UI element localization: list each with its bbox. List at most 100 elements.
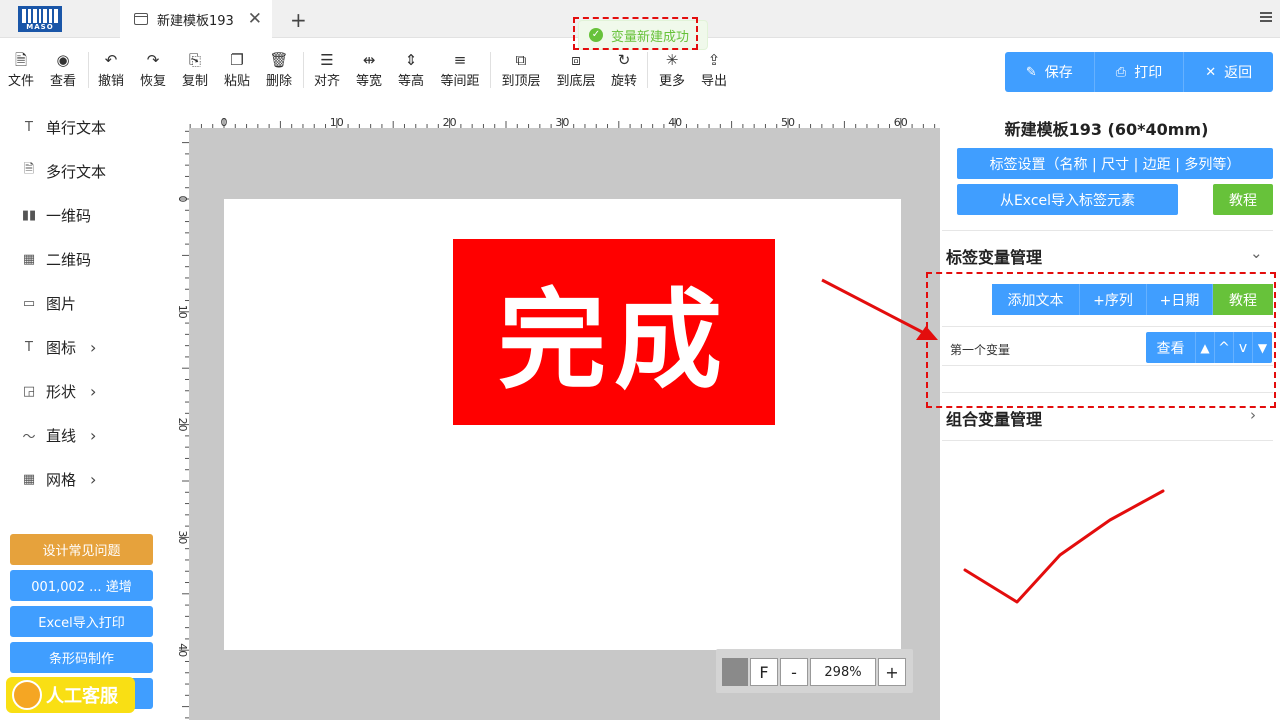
chevron-right-icon: › — [90, 425, 97, 445]
excel-print-button[interactable]: Excel导入打印 — [10, 606, 153, 637]
chevron-right-icon[interactable]: › — [1250, 406, 1256, 424]
sidebar-item-qrcode[interactable]: ▦ 二维码 — [20, 248, 91, 270]
chevron-right-icon: › — [90, 337, 97, 357]
bring-front-icon: ⧉ — [515, 51, 527, 69]
image-icon: ▭ — [22, 295, 36, 311]
more-icon: ✳ — [665, 51, 679, 69]
close-icon[interactable]: ✕ — [248, 9, 262, 29]
align-icon: ☰ — [320, 51, 334, 69]
toolbar-equal-height[interactable]: ⇕ 等高 — [397, 50, 425, 89]
toolbar-align[interactable]: ☰ 对齐 — [313, 50, 341, 89]
label-canvas[interactable]: 完成 — [224, 199, 901, 650]
increment-button[interactable]: 001,002 ... 递增 — [10, 570, 153, 601]
add-tab-button[interactable]: + — [290, 8, 307, 32]
toolbar-export[interactable]: ⇪ 导出 — [700, 50, 728, 89]
print-button[interactable]: ⎙ 打印 — [1095, 52, 1185, 92]
toolbar-paste[interactable]: ❐ 粘贴 — [223, 50, 251, 89]
grid-icon: ▦ — [22, 471, 36, 487]
barcode-make-button[interactable]: 条形码制作 — [10, 642, 153, 673]
export-icon: ⇪ — [707, 51, 721, 69]
ruler-label: 10 — [330, 116, 344, 128]
toolbar-view[interactable]: ◉ 查看 — [49, 50, 77, 89]
toolbar-undo[interactable]: ↶ 撤销 — [97, 50, 125, 89]
toolbar-equal-spacing[interactable]: ≡ 等间距 — [439, 50, 481, 89]
toolbar-redo[interactable]: ↷ 恢复 — [139, 50, 167, 89]
zoom-in-button[interactable]: + — [878, 658, 906, 686]
sidebar-item-icon[interactable]: T 图标 › — [20, 336, 96, 358]
equal-spacing-icon: ≡ — [453, 51, 467, 69]
sidebar-item-shape[interactable]: ◲ 形状 › — [20, 380, 97, 402]
toolbar-copy[interactable]: ⎘ 复制 — [181, 50, 209, 89]
ruler-label: 50 — [781, 116, 795, 128]
icon-icon: T — [25, 339, 33, 355]
sidebar-item-image[interactable]: ▭ 图片 — [20, 292, 76, 314]
sidebar-item-single-text[interactable]: T 单行文本 — [20, 116, 106, 138]
menu-icon[interactable] — [1260, 12, 1272, 24]
back-button[interactable]: ✕ 返回 — [1184, 52, 1273, 92]
annotation-dashed-box-variables — [926, 272, 1276, 408]
equal-width-icon: ⇹ — [362, 51, 376, 69]
ruler-top: 0 10 20 30 40 50 60 — [165, 104, 940, 128]
support-avatar-icon — [12, 680, 42, 710]
equal-height-icon: ⇕ — [404, 51, 418, 69]
variable-section-title[interactable]: 标签变量管理 — [946, 244, 1042, 268]
sidebar-item-line[interactable]: 〜直线 › — [20, 424, 96, 446]
template-title: 新建模板193 (60*40mm) — [1004, 120, 1209, 139]
toolbar-divider — [647, 52, 648, 88]
zoom-level[interactable]: 298% — [810, 658, 876, 686]
paste-icon: ❐ — [230, 51, 244, 69]
save-button[interactable]: ✎ 保存 — [1005, 52, 1095, 92]
ruler-label: 40 — [668, 116, 682, 128]
rotate-icon: ↻ — [617, 51, 631, 69]
customer-service-button[interactable]: 人工客服 — [6, 677, 135, 713]
ruler-label: 60 — [894, 116, 908, 128]
toolbar-rotate[interactable]: ↻ 旋转 — [610, 50, 638, 89]
action-button-group: ✎ 保存 ⎙ 打印 ✕ 返回 — [1005, 52, 1273, 92]
maso-logo: MASO — [18, 6, 62, 32]
toolbar-delete[interactable]: 🗑 删除 — [265, 50, 293, 89]
tutorial-button[interactable]: 教程 — [1213, 184, 1273, 215]
trash-icon: 🗑 — [269, 51, 289, 69]
zoom-out-button[interactable]: - — [780, 658, 808, 686]
template-icon — [134, 13, 148, 25]
close-icon: ✕ — [1205, 64, 1217, 80]
ruler-label: 10 — [176, 305, 189, 319]
sidebar-item-grid[interactable]: ▦ 网格 › — [20, 468, 97, 490]
ruler-label: 0 — [176, 196, 189, 203]
chevron-down-icon[interactable]: ⌄ — [1250, 244, 1263, 262]
redo-icon: ↷ — [146, 51, 160, 69]
toolbar: 🗎 文件 ◉ 查看 ↶ 撤销 ↷ 恢复 ⎘ 复制 ❐ 粘贴 🗑 删除 ☰ 对齐 ⇹ 等宽 ⇕ 等高 … — [0, 38, 940, 104]
logo-text: MASO — [26, 23, 54, 31]
toolbar-send-back[interactable]: ⧈ 到底层 — [555, 50, 597, 89]
design-faq-button[interactable]: 设计常见问题 — [10, 534, 153, 565]
toolbar-more[interactable]: ✳ 更多 — [658, 50, 686, 89]
toolbar-divider — [490, 52, 491, 88]
label-settings-button[interactable]: 标签设置（名称 | 尺寸 | 边距 | 多列等） — [957, 148, 1273, 179]
barcode-icon: ▮▮ — [21, 207, 37, 223]
ruler-label: 20 — [176, 418, 189, 432]
multiline-text-icon: 🗎 — [23, 162, 35, 177]
text-icon: T — [25, 119, 33, 135]
toolbar-file[interactable]: 🗎 文件 — [8, 50, 34, 89]
fit-button[interactable]: F — [750, 658, 778, 686]
line-icon: 〜 — [22, 429, 36, 445]
annotation-dashed-box-toast — [573, 17, 698, 50]
ruler-label: 0 — [221, 116, 228, 128]
properties-panel: 新建模板193 (60*40mm) 标签设置（名称 | 尺寸 | 边距 | 多列… — [940, 104, 1280, 720]
toolbar-divider — [303, 52, 304, 88]
element-sidebar: T 单行文本 🗎 多行文本 ▮▮ 一维码 ▦ 二维码 ▭ 图片 T 图标 › ◲ 形状 › 〜直线… — [0, 104, 165, 720]
excel-import-button[interactable]: 从Excel导入标签元素 — [957, 184, 1178, 215]
toolbar-bring-front[interactable]: ⧉ 到顶层 — [500, 50, 542, 89]
label-text-element[interactable]: 完成 — [453, 239, 775, 425]
ruler-label: 40 — [176, 643, 189, 657]
divider — [942, 440, 1273, 441]
file-icon: 🗎 — [14, 51, 28, 69]
canvas-area[interactable]: 0 10 20 30 40 50 60 0 10 20 30 40 完成 F - 298% + — [165, 104, 940, 720]
sidebar-item-barcode[interactable]: ▮▮ 一维码 — [20, 204, 91, 226]
combo-variable-section-title[interactable]: 组合变量管理 — [946, 406, 1042, 430]
chevron-right-icon: › — [90, 469, 97, 489]
sidebar-item-multi-text[interactable]: 🗎 多行文本 — [20, 160, 106, 182]
tab-template[interactable]: 新建模板193 ✕ — [120, 0, 272, 38]
background-color-swatch[interactable] — [722, 658, 748, 686]
toolbar-equal-width[interactable]: ⇹ 等宽 — [355, 50, 383, 89]
